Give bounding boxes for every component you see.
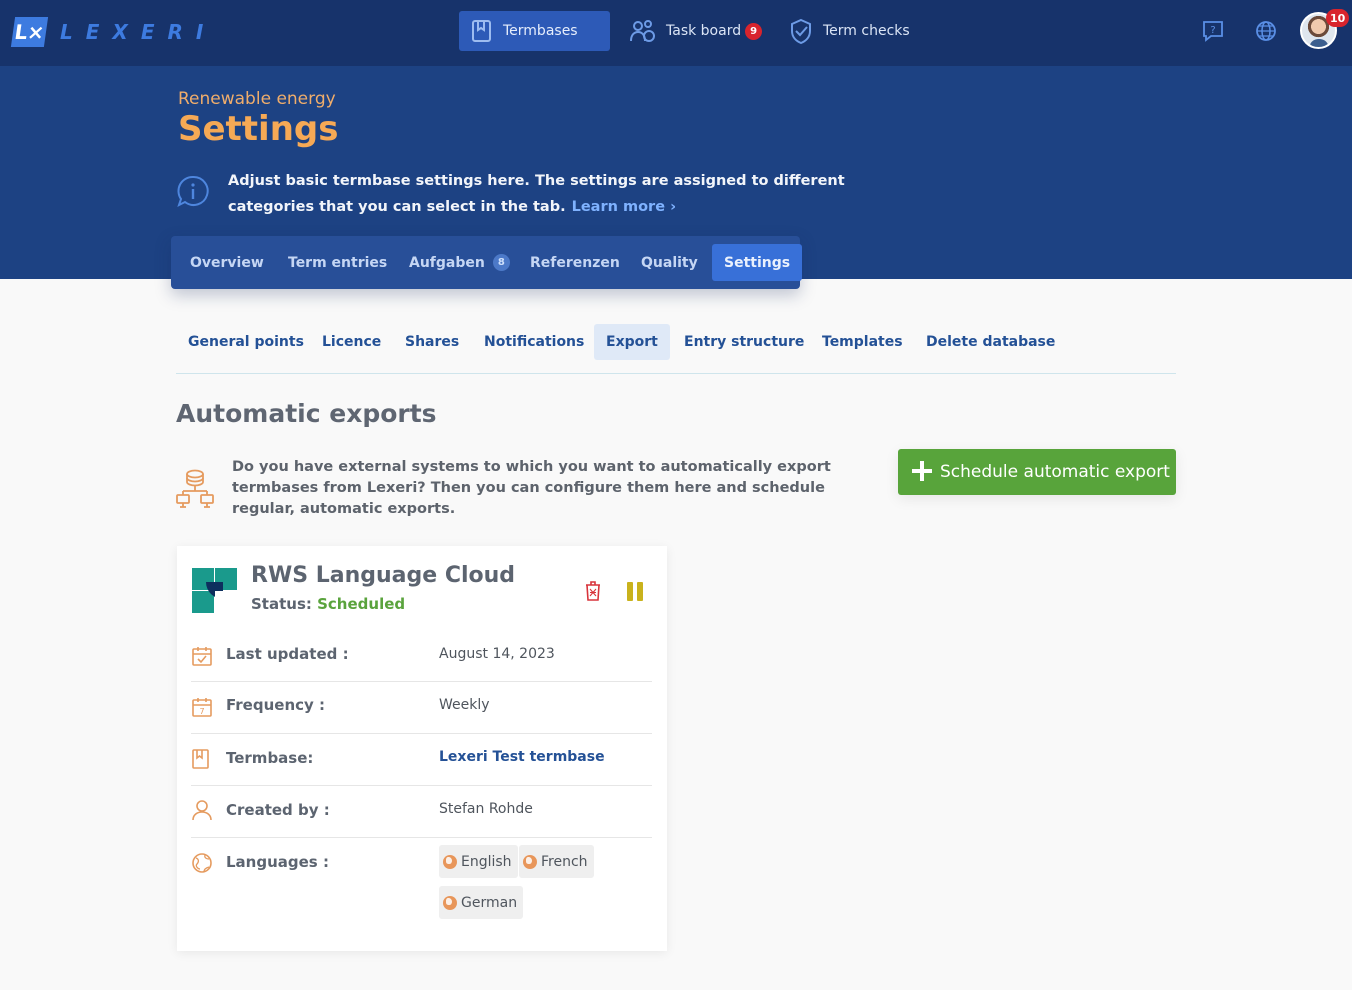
termbase-label: Termbase: [226,749,314,767]
task-count-badge: 9 [745,22,763,40]
calendar-icon: 7 [192,698,212,717]
language-tag-french: French [519,845,594,878]
export-card: RWS Language Cloud Status: Scheduled Las… [177,546,667,951]
globe-icon [192,853,212,873]
help-icon: ? [1203,21,1223,42]
nav-term-checks[interactable]: Term checks [775,11,924,51]
info-icon [177,175,209,207]
last-updated-value: August 14, 2023 [439,646,555,662]
settings-subtabs: General points Licence Shares Notificati… [176,322,1176,374]
frequency-value: Weekly [439,697,490,713]
learn-more-link[interactable]: Learn more › [572,199,676,215]
row-created-by: Created by : Stefan Rohde [191,786,652,838]
help-button[interactable]: ? [1200,18,1226,44]
page-title: Settings [178,109,339,149]
nav-task-board[interactable]: Task board 9 [616,11,776,51]
tab-aufgaben-label: Aufgaben [409,254,485,271]
last-updated-label: Last updated : [226,645,349,663]
card-status: Status: Scheduled [251,595,405,613]
languages-label: Languages : [226,853,329,871]
schedule-export-label: Schedule automatic export [940,462,1170,482]
tab-term-entries[interactable]: Term entries [276,244,399,281]
database-network-icon [176,469,214,508]
termbase-link[interactable]: Lexeri Test termbase [439,749,605,765]
top-navigation: L× LEXERI Termbases Task board 9 Term ch… [0,0,1352,66]
rws-logo [192,568,237,613]
row-frequency: 7 Frequency : Weekly [191,682,652,734]
subtab-templates[interactable]: Templates [810,324,915,360]
subtab-entry-structure[interactable]: Entry structure [672,324,816,360]
logo-mark: L× [10,17,49,47]
plus-icon [911,460,933,482]
language-name: German [461,894,518,911]
book-icon [192,749,209,769]
language-tag-english: English [439,845,518,878]
globe-icon [523,854,537,869]
tab-referenzen[interactable]: Referenzen [518,244,632,281]
language-button[interactable] [1253,18,1279,44]
language-name: English [461,853,512,870]
subtab-licence[interactable]: Licence [310,324,393,360]
shield-check-icon [791,18,811,44]
nav-termbases[interactable]: Termbases [459,11,610,51]
section-title: Automatic exports [176,399,437,428]
globe-icon [443,895,457,910]
termbase-name: Renewable energy [178,89,336,109]
created-by-value: Stefan Rohde [439,801,533,817]
tab-aufgaben[interactable]: Aufgaben 8 [397,244,522,281]
svg-text:?: ? [1210,25,1215,36]
tab-quality[interactable]: Quality [629,244,710,281]
info-text-body: Adjust basic termbase settings here. The… [228,173,845,215]
people-icon [630,20,655,42]
row-termbase: Termbase: Lexeri Test termbase [191,734,652,786]
subtab-notifications[interactable]: Notifications [472,324,596,360]
subtab-shares[interactable]: Shares [393,324,471,360]
row-languages: Languages : English French German [191,838,652,928]
logo-text: LEXERI [60,20,217,44]
tab-overview[interactable]: Overview [178,244,276,281]
svg-text:7: 7 [199,707,204,716]
globe-icon [1256,21,1276,41]
card-title: RWS Language Cloud [251,563,516,588]
subtab-export[interactable]: Export [594,324,670,360]
lexeri-logo[interactable]: L× LEXERI [10,17,217,47]
tab-aufgaben-count: 8 [492,254,510,271]
info-text: Adjust basic termbase settings here. The… [228,168,898,220]
globe-icon [443,854,457,869]
frequency-label: Frequency : [226,696,326,714]
main-tabs: Overview Term entries Aufgaben 8 Referenz… [171,236,803,289]
schedule-export-button[interactable]: Schedule automatic export [898,449,1176,495]
row-last-updated: Last updated : August 14, 2023 [191,630,652,682]
nav-task-board-label: Task board [666,23,742,39]
book-icon [472,20,491,42]
subtab-general-points[interactable]: General points [176,324,316,360]
subtab-delete-database[interactable]: Delete database [914,324,1067,360]
language-tag-german: German [439,886,524,919]
created-by-label: Created by : [226,801,330,819]
status-value: Scheduled [317,595,406,613]
nav-termbases-label: Termbases [503,23,578,39]
pause-icon[interactable] [627,582,643,601]
notification-badge: 10 [1326,9,1350,27]
section-description: Do you have external systems to which yo… [232,459,831,517]
nav-term-checks-label: Term checks [823,23,910,39]
trash-icon[interactable] [583,580,603,602]
user-icon [192,800,212,821]
tab-settings[interactable]: Settings [712,244,803,281]
language-name: French [541,853,588,870]
status-label: Status: [251,595,312,613]
calendar-check-icon [192,647,212,666]
